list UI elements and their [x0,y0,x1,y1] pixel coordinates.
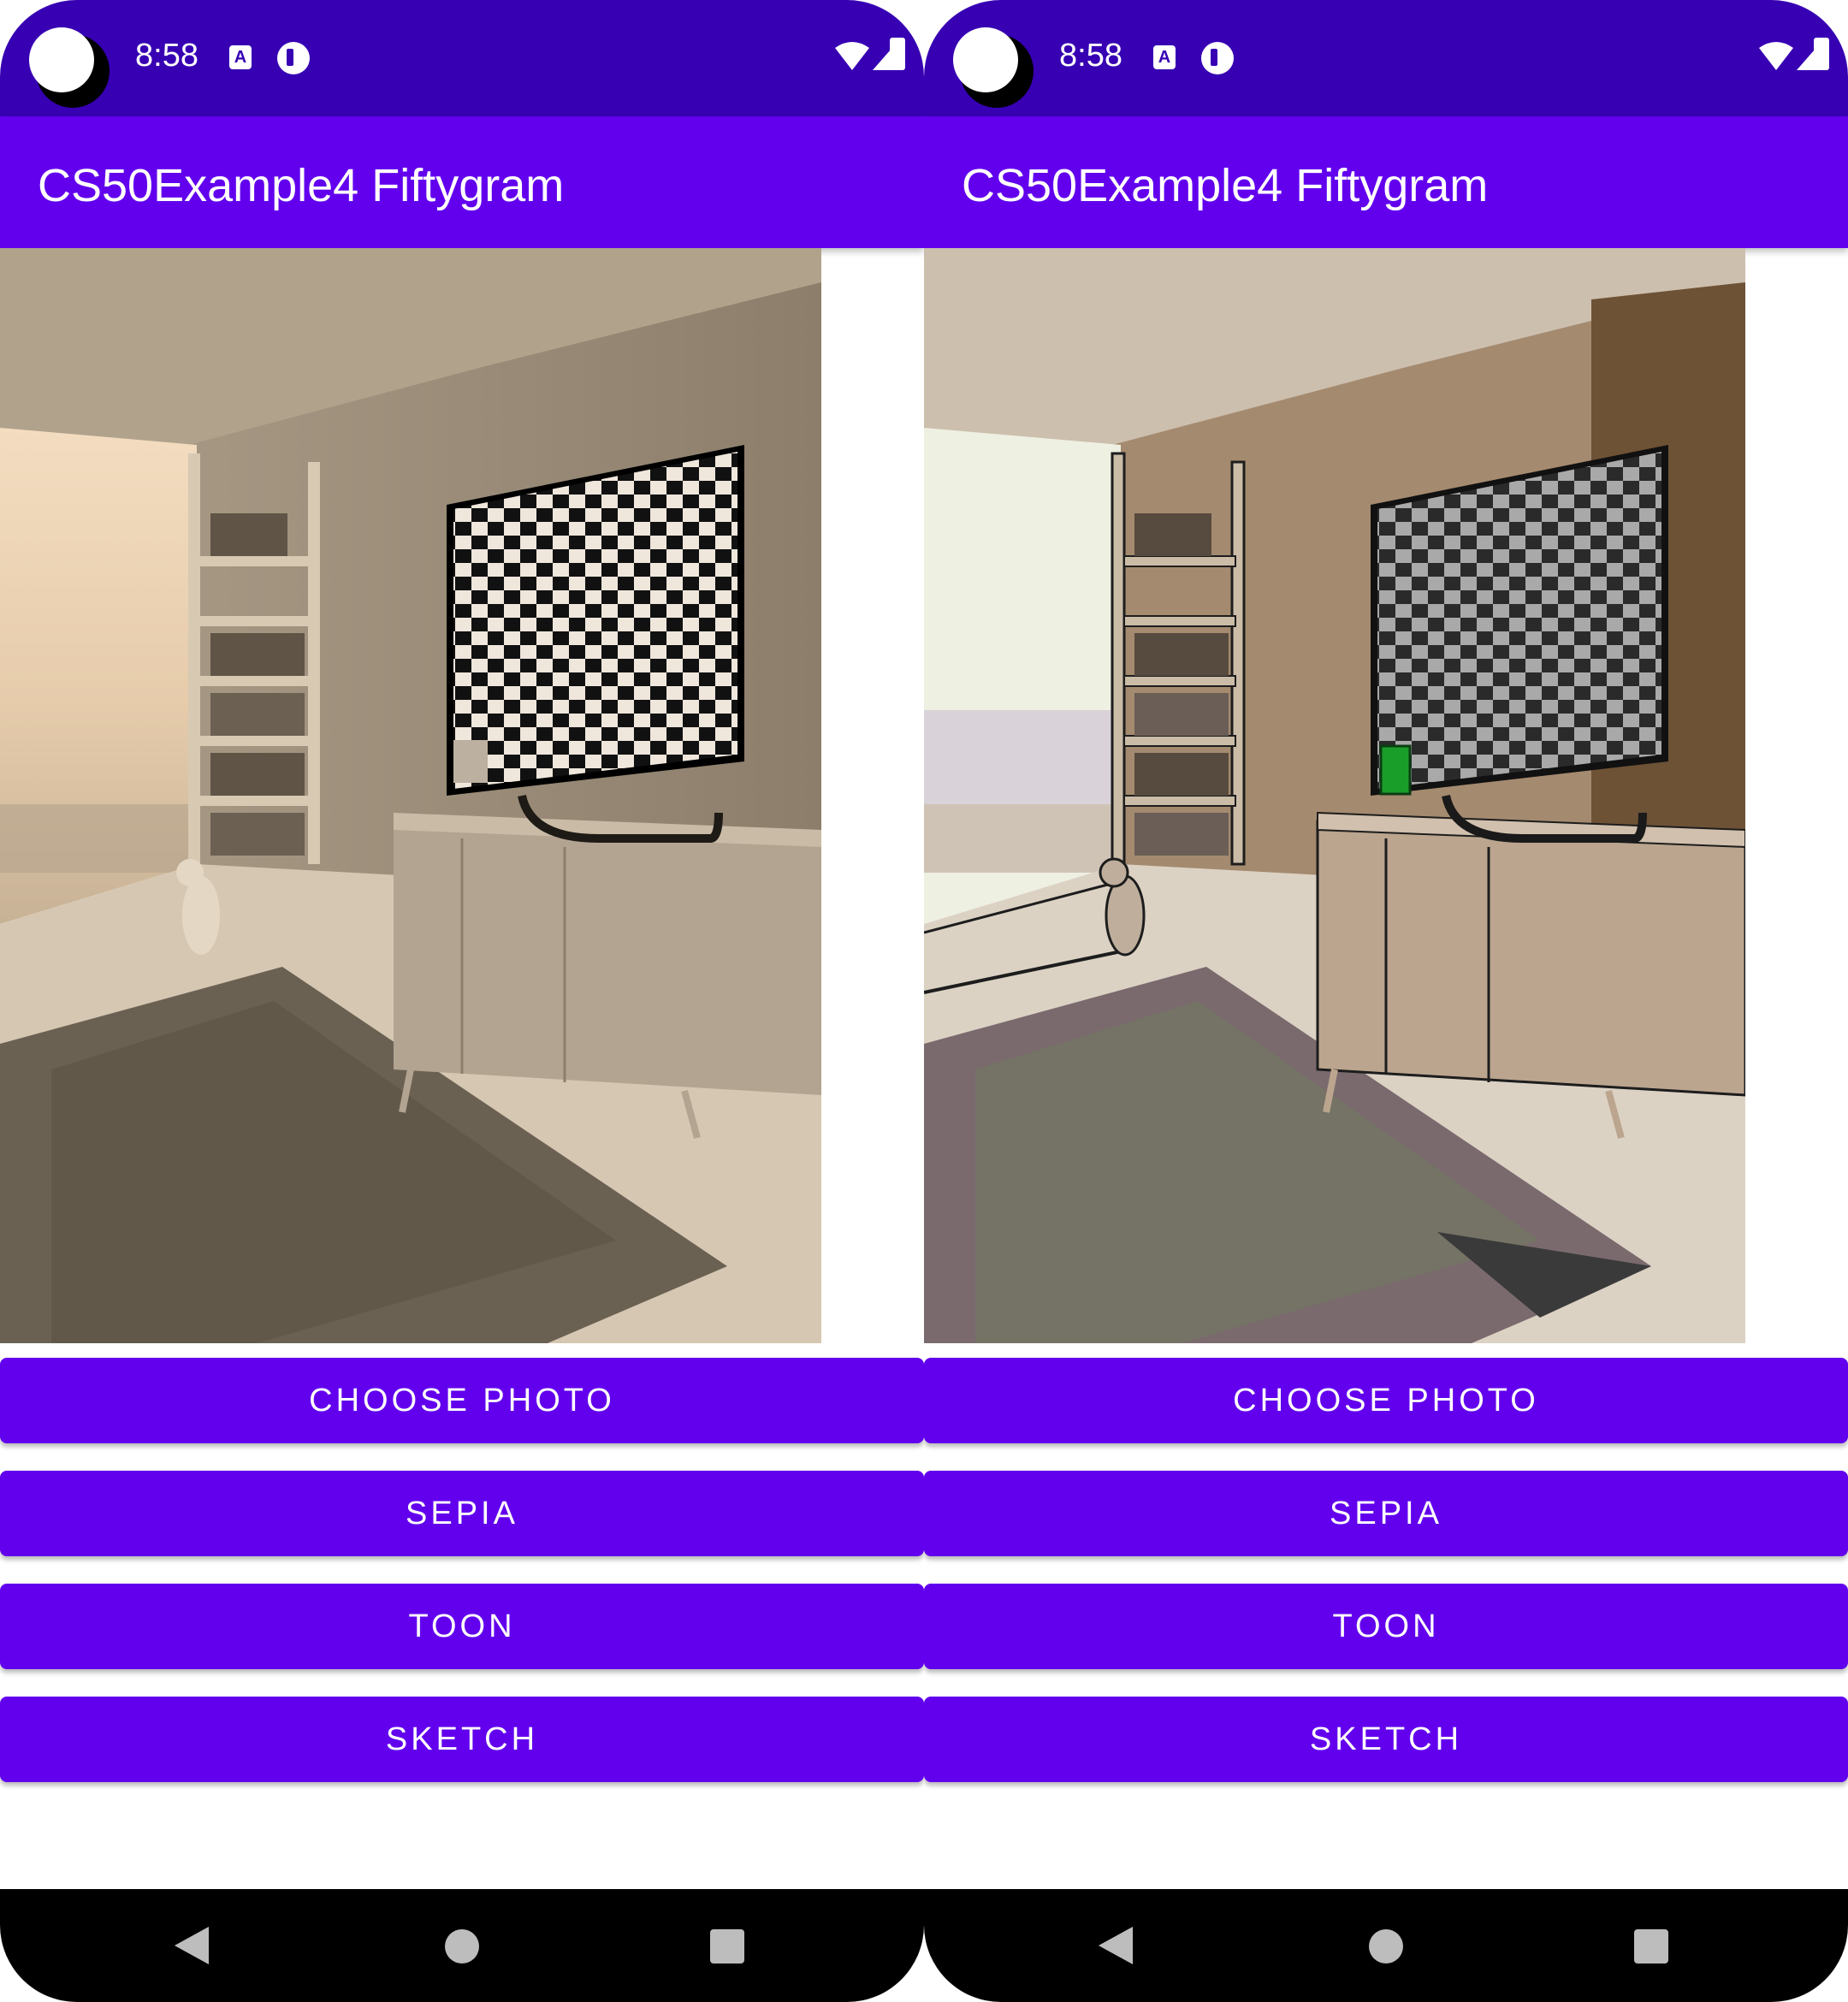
toon-button[interactable]: TOON [924,1584,1848,1669]
status-bar: 8:58 A [924,0,1848,116]
tv-screen-green-marker [1379,744,1412,796]
text-notification-icon: A [229,45,252,69]
back-icon[interactable] [175,1927,209,1964]
phone-screen-toon: 8:58 A CS50Example4 Fiftygram CHOOSE PHO… [924,0,1848,2002]
choose-photo-button[interactable]: CHOOSE PHOTO [924,1358,1848,1443]
camera-cutout [29,27,94,92]
sepia-button[interactable]: SEPIA [0,1471,924,1556]
camera-cutout [953,27,1018,92]
filtered-photo [0,248,821,1343]
navigation-bar [924,1889,1848,2002]
status-time: 8:58 [1059,38,1122,74]
toon-button[interactable]: TOON [0,1584,924,1669]
text-notification-icon: A [1153,45,1176,69]
phone-screen-sepia: 8:58 A CS50Example4 Fiftygram CHOOSE PHO… [0,0,924,2002]
battery-icon [890,38,905,70]
sketch-button[interactable]: SKETCH [924,1697,1848,1782]
navigation-bar [0,1889,924,2002]
home-icon[interactable] [445,1929,479,1964]
recents-icon[interactable] [710,1929,744,1964]
filtered-photo [924,248,1745,1343]
wifi-icon [1759,42,1793,70]
recents-icon[interactable] [1634,1929,1668,1964]
wifi-icon [835,42,869,70]
sepia-button[interactable]: SEPIA [924,1471,1848,1556]
status-time: 8:58 [135,38,198,74]
back-icon[interactable] [1099,1927,1133,1964]
status-bar: 8:58 A [0,0,924,116]
app-notification-icon [277,42,310,74]
app-title: CS50Example4 Fiftygram [962,160,1489,211]
battery-icon [1814,38,1829,70]
app-title: CS50Example4 Fiftygram [38,160,565,211]
choose-photo-button[interactable]: CHOOSE PHOTO [0,1358,924,1443]
app-bar: CS50Example4 Fiftygram [924,116,1848,248]
app-bar: CS50Example4 Fiftygram [0,116,924,248]
app-notification-icon [1201,42,1234,74]
home-icon[interactable] [1369,1929,1403,1964]
sketch-button[interactable]: SKETCH [0,1697,924,1782]
